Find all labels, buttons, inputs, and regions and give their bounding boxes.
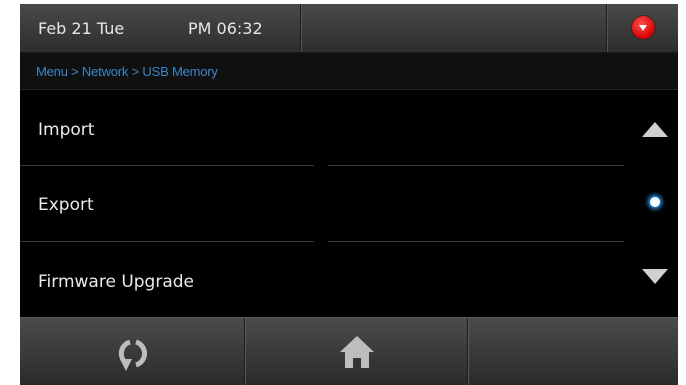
home-icon [340,336,374,368]
bottom-bar [20,317,678,385]
status-bar: Feb 21 Tue PM 06:32 [20,4,678,53]
lcd-screen: Feb 21 Tue PM 06:32 Menu > Network > USB… [20,4,678,385]
home-button[interactable] [245,318,467,385]
menu-item-import[interactable]: Import [20,90,620,165]
empty-slot [468,318,678,385]
device-frame: Feb 21 Tue PM 06:32 Menu > Network > USB… [0,0,686,385]
menu-item-label: Import [38,120,95,140]
back-button[interactable] [20,318,244,385]
status-date: Feb 21 Tue [38,19,125,38]
status-divider [300,4,301,52]
scroll-position-dot [650,197,660,207]
menu-item-firmware-upgrade[interactable]: Firmware Upgrade [20,242,620,317]
triangle-down-icon[interactable] [642,269,668,284]
dropdown-button[interactable] [617,4,678,52]
status-divider [606,4,607,52]
breadcrumb-text: Menu > Network > USB Memory [36,64,218,79]
menu-item-label: Firmware Upgrade [38,272,194,292]
menu-item-export[interactable]: Export [20,166,620,241]
refresh-back-icon [118,339,147,371]
dropdown-arrow-icon [632,16,655,39]
status-time: PM 06:32 [188,19,263,38]
triangle-up-icon[interactable] [642,122,668,137]
menu-item-label: Export [38,195,94,215]
breadcrumb: Menu > Network > USB Memory [20,53,678,90]
